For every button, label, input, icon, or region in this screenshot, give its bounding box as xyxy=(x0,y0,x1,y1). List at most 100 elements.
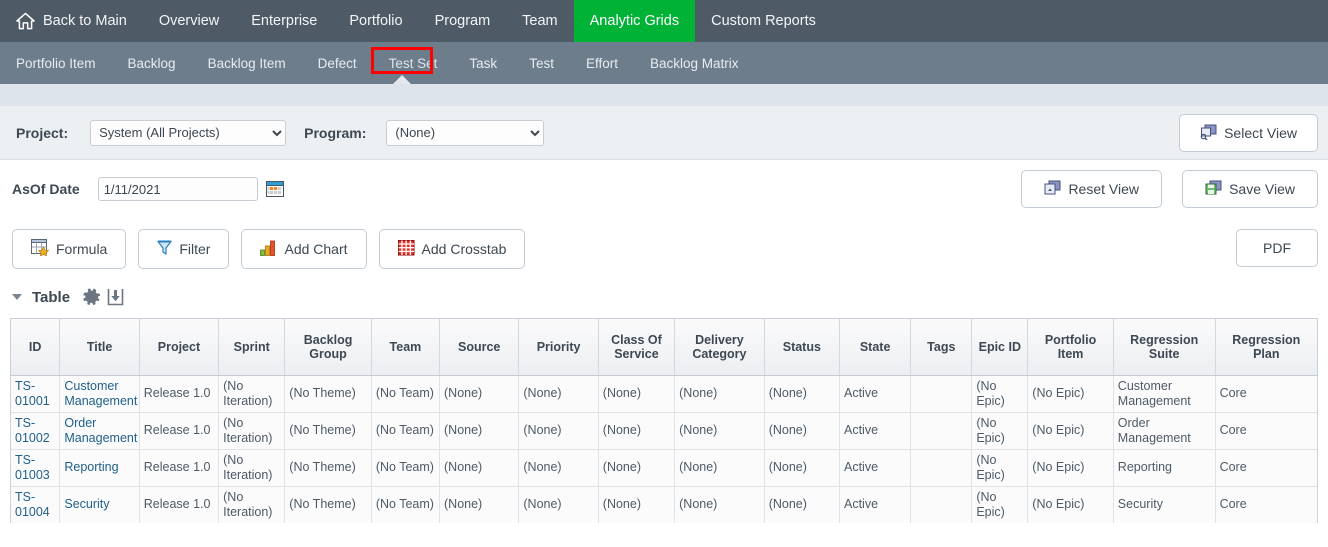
column-header-tags[interactable]: Tags xyxy=(910,319,973,376)
cell-source: (None) xyxy=(439,375,520,413)
cell-state: Active xyxy=(839,486,912,523)
cell-project: Release 1.0 xyxy=(139,375,220,413)
column-header-priority[interactable]: Priority xyxy=(518,319,599,376)
column-header-title[interactable]: Title xyxy=(59,319,140,376)
cell-title[interactable]: Security xyxy=(59,486,140,523)
cell-priority: (None) xyxy=(518,486,599,523)
column-header-class-of-service[interactable]: Class Of Service xyxy=(598,319,676,376)
cell-id[interactable]: TS-01004 xyxy=(11,486,61,523)
cell-class-of-service: (None) xyxy=(598,375,676,413)
table-section-header: Table xyxy=(0,280,1328,314)
add-chart-button[interactable]: Add Chart xyxy=(241,229,367,269)
cell-id[interactable]: TS-01002 xyxy=(11,412,61,450)
nav-item-custom-reports[interactable]: Custom Reports xyxy=(695,0,832,42)
cell-delivery-category: (None) xyxy=(674,486,765,523)
reset-view-icon xyxy=(1044,180,1061,199)
nav-label: Custom Reports xyxy=(711,13,816,29)
formula-icon xyxy=(31,239,50,259)
column-header-sprint[interactable]: Sprint xyxy=(218,319,286,376)
column-header-delivery-category[interactable]: Delivery Category xyxy=(674,319,765,376)
subnav-label: Task xyxy=(469,55,498,71)
subnav-item-backlog[interactable]: Backlog xyxy=(112,42,192,84)
cell-title[interactable]: Customer Management xyxy=(59,375,140,413)
cell-backlog-group: (No Theme) xyxy=(284,375,372,413)
table-row[interactable]: TS-01003 Reporting Release 1.0 (No Itera… xyxy=(11,449,1317,487)
data-grid-container[interactable]: ID Title Project Sprint Backlog Group Te… xyxy=(10,318,1318,523)
column-header-team[interactable]: Team xyxy=(371,319,441,376)
subnav-label: Test xyxy=(529,55,554,71)
column-header-epic-id[interactable]: Epic ID xyxy=(971,319,1029,376)
table-row[interactable]: TS-01004 Security Release 1.0 (No Iterat… xyxy=(11,486,1317,523)
cell-delivery-category: (None) xyxy=(674,375,765,413)
back-to-main-button[interactable]: Back to Main xyxy=(0,0,143,42)
cell-epic-id: (No Epic) xyxy=(971,449,1029,487)
cell-title[interactable]: Order Management xyxy=(59,412,140,450)
cell-portfolio-item: (No Epic) xyxy=(1027,375,1114,413)
select-view-label: Select View xyxy=(1224,125,1297,141)
add-crosstab-button[interactable]: Add Crosstab xyxy=(378,229,526,269)
cell-tags xyxy=(910,449,973,487)
table-row[interactable]: TS-01002 Order Management Release 1.0 (N… xyxy=(11,412,1317,450)
column-header-portfolio-item[interactable]: Portfolio Item xyxy=(1027,319,1114,376)
cell-id[interactable]: TS-01003 xyxy=(11,449,61,487)
cell-delivery-category: (None) xyxy=(674,449,765,487)
cell-sprint: (No Iteration) xyxy=(218,375,286,413)
cell-epic-id: (No Epic) xyxy=(971,412,1029,450)
filter-button[interactable]: Filter xyxy=(138,229,230,269)
cell-priority: (None) xyxy=(518,375,599,413)
gear-icon[interactable] xyxy=(82,287,101,307)
nav-item-analytic-grids[interactable]: Analytic Grids xyxy=(573,0,696,42)
nav-item-overview[interactable]: Overview xyxy=(143,0,235,42)
cell-tags xyxy=(910,375,973,413)
nav-item-team[interactable]: Team xyxy=(506,0,573,42)
download-icon[interactable] xyxy=(107,288,124,306)
asof-date-label: AsOf Date xyxy=(12,181,80,197)
column-header-status[interactable]: Status xyxy=(764,319,841,376)
cell-tags xyxy=(910,412,973,450)
column-header-id[interactable]: ID xyxy=(11,319,61,376)
cell-delivery-category: (None) xyxy=(674,412,765,450)
calendar-icon[interactable] xyxy=(265,180,284,198)
column-header-regression-suite[interactable]: Regression Suite xyxy=(1113,319,1216,376)
subnav-item-effort[interactable]: Effort xyxy=(570,42,634,84)
column-header-source[interactable]: Source xyxy=(439,319,520,376)
cell-priority: (None) xyxy=(518,449,599,487)
nav-item-enterprise[interactable]: Enterprise xyxy=(235,0,333,42)
table-body: TS-01001 Customer Management Release 1.0… xyxy=(11,375,1317,523)
cell-title[interactable]: Reporting xyxy=(59,449,140,487)
subnav-item-task[interactable]: Task xyxy=(453,42,513,84)
cell-class-of-service: (None) xyxy=(598,486,676,523)
nav-item-portfolio[interactable]: Portfolio xyxy=(333,0,418,42)
pdf-button[interactable]: PDF xyxy=(1236,229,1318,267)
collapse-caret-icon[interactable] xyxy=(12,294,22,300)
program-select[interactable]: (None) xyxy=(386,119,545,146)
nav-item-program[interactable]: Program xyxy=(419,0,507,42)
chart-icon xyxy=(260,240,277,259)
subnav-item-backlog-item[interactable]: Backlog Item xyxy=(192,42,302,84)
column-header-state[interactable]: State xyxy=(839,319,912,376)
reset-view-button[interactable]: Reset View xyxy=(1021,170,1162,208)
subnav-item-test-set[interactable]: Test Set xyxy=(373,42,454,84)
cell-id[interactable]: TS-01001 xyxy=(11,375,61,413)
formula-button[interactable]: Formula xyxy=(12,229,127,269)
project-select[interactable]: System (All Projects) xyxy=(90,119,287,146)
save-view-button[interactable]: Save View xyxy=(1182,170,1318,208)
formula-label: Formula xyxy=(56,241,108,257)
subnav-item-defect[interactable]: Defect xyxy=(302,42,373,84)
cell-regression-suite: Customer Management xyxy=(1113,375,1216,413)
subnav-label: Test Set xyxy=(388,55,438,71)
select-view-button[interactable]: Select View xyxy=(1179,114,1318,152)
table-row[interactable]: TS-01001 Customer Management Release 1.0… xyxy=(11,375,1317,413)
subnav-item-test[interactable]: Test xyxy=(513,42,570,84)
filter-icon xyxy=(157,240,172,259)
column-header-regression-plan[interactable]: Regression Plan xyxy=(1215,319,1317,376)
column-header-project[interactable]: Project xyxy=(139,319,220,376)
asof-date-input[interactable] xyxy=(97,177,258,201)
subnav-item-backlog-matrix[interactable]: Backlog Matrix xyxy=(634,42,755,84)
nav-label: Analytic Grids xyxy=(589,13,680,29)
cell-status: (None) xyxy=(764,412,841,450)
column-header-backlog-group[interactable]: Backlog Group xyxy=(284,319,372,376)
cell-epic-id: (No Epic) xyxy=(971,375,1029,413)
subnav-item-portfolio-item[interactable]: Portfolio Item xyxy=(0,42,112,84)
subnav-label: Defect xyxy=(317,55,357,71)
